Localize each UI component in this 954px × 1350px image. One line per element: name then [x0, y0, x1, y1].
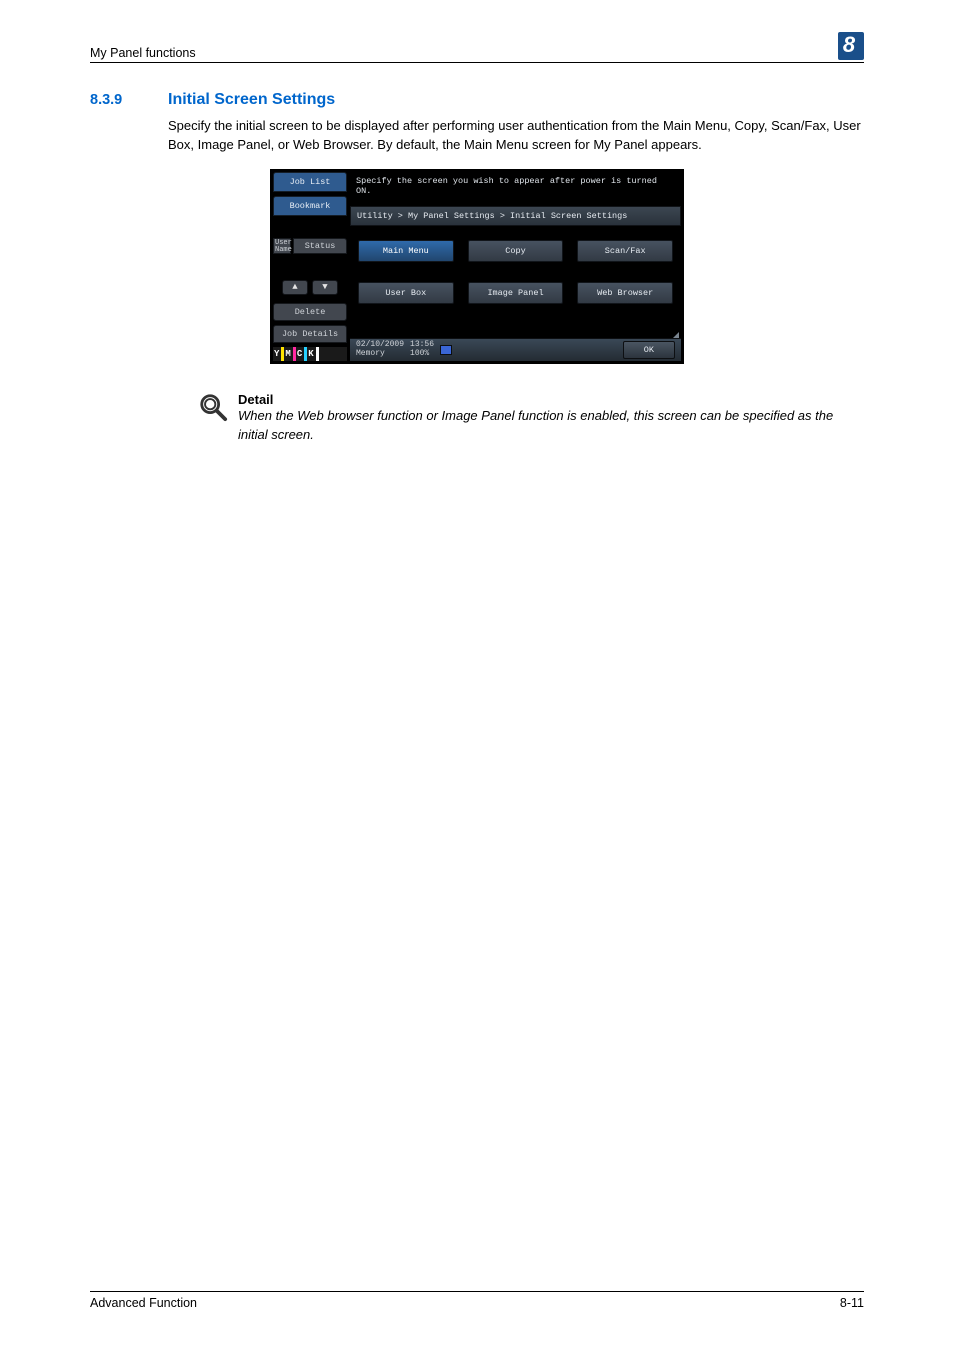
section-number: 8.3.9 [90, 92, 168, 108]
running-header: My Panel functions 8 [90, 32, 864, 63]
section-title: Initial Screen Settings [168, 91, 335, 109]
job-details-button[interactable]: Job Details [273, 325, 347, 343]
toner-levels: Y M C K [273, 347, 347, 361]
arrow-down-button[interactable]: ▼ [312, 280, 338, 295]
tab-job-list[interactable]: Job List [273, 172, 347, 192]
option-user-box[interactable]: User Box [358, 282, 454, 304]
page-footer: Advanced Function 8-11 [90, 1291, 864, 1310]
instruction-text: Specify the screen you wish to appear af… [350, 172, 681, 206]
option-main-menu[interactable]: Main Menu [358, 240, 454, 262]
magnifier-icon [198, 392, 228, 422]
chapter-badge: 8 [838, 32, 864, 60]
user-name-icon: User Name [273, 238, 291, 254]
option-image-panel[interactable]: Image Panel [468, 282, 564, 304]
note-title: Detail [238, 392, 864, 407]
option-copy[interactable]: Copy [468, 240, 564, 262]
flag-icon [440, 345, 452, 355]
main-panel: Specify the screen you wish to appear af… [350, 172, 681, 361]
tab-status[interactable]: Status [293, 238, 347, 254]
footer-left: Advanced Function [90, 1296, 197, 1310]
footer-memory-label: Memory [356, 350, 404, 359]
note-body: When the Web browser function or Image P… [238, 407, 864, 445]
device-screenshot: Job List Bookmark User Name Status ▲ ▼ D… [90, 169, 864, 364]
side-panel: Job List Bookmark User Name Status ▲ ▼ D… [273, 172, 347, 361]
tab-bookmark[interactable]: Bookmark [273, 196, 347, 216]
option-scan-fax[interactable]: Scan/Fax [577, 240, 673, 262]
footer-memory-value: 100% [410, 350, 434, 359]
ok-button[interactable]: OK [623, 341, 675, 359]
running-head-text: My Panel functions [90, 46, 196, 60]
breadcrumb: Utility > My Panel Settings > Initial Sc… [350, 206, 681, 226]
arrow-up-button[interactable]: ▲ [282, 280, 308, 295]
section-paragraph: Specify the initial screen to be display… [168, 117, 864, 155]
delete-button[interactable]: Delete [273, 303, 347, 321]
footer-right: 8-11 [840, 1296, 864, 1310]
option-web-browser[interactable]: Web Browser [577, 282, 673, 304]
